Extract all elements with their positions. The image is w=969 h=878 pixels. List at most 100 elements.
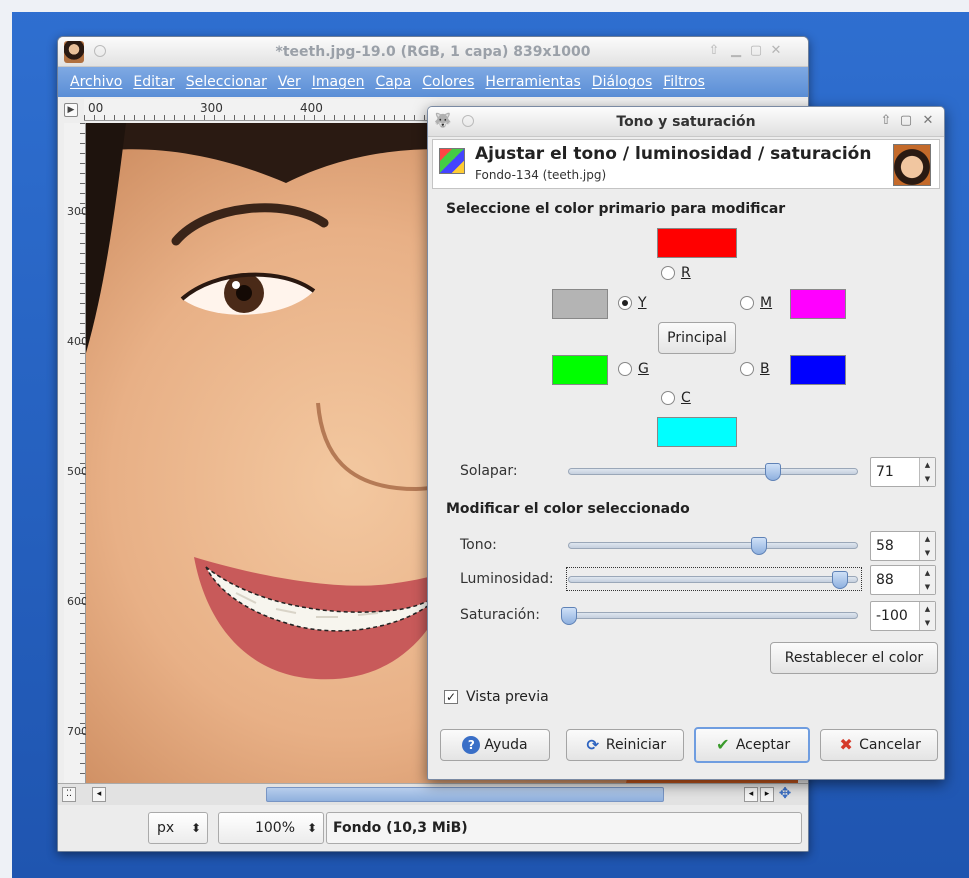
close-icon[interactable]: ✕ [768,43,784,59]
radio-m[interactable]: M [740,295,772,311]
radio-b[interactable]: B [740,361,770,377]
menu-dialogos[interactable]: Diálogos [592,74,652,90]
cancel-x-icon: ✖ [839,735,853,754]
radio-r-label: R [681,265,691,281]
dialog-header: Ajustar el tono / luminosidad / saturaci… [432,139,940,189]
cancel-button[interactable]: ✖ Cancelar [820,729,938,761]
menu-editar[interactable]: Editar [133,74,174,90]
radio-g-dot[interactable] [618,362,632,376]
navigate-move-icon[interactable]: ✥ [778,786,792,802]
swatch-green[interactable] [552,355,608,385]
swatch-cyan[interactable] [657,417,737,447]
image-window-titlebar[interactable]: *teeth.jpg-19.0 (RGB, 1 capa) 839x1000 ⇧… [58,37,808,67]
header-subtitle: Fondo-134 (teeth.jpg) [475,168,607,182]
saturation-slider[interactable] [561,607,858,625]
ok-button[interactable]: ✔ Aceptar [694,727,810,763]
help-button[interactable]: ? Ayuda [440,729,550,761]
radio-y[interactable]: Y [618,295,647,311]
swatch-yellow[interactable] [552,289,608,319]
slider-handle[interactable] [751,537,768,555]
combo-arrows-icon: ⬍ [190,821,201,835]
radio-m-dot[interactable] [740,296,754,310]
radio-y-dot[interactable] [618,296,632,310]
dialog-title: Tono y saturación [616,114,756,130]
shade-icon[interactable]: ⇧ [706,43,722,59]
checkbox-checked-icon[interactable]: ✓ [444,690,458,704]
ok-label: Aceptar [735,737,791,753]
status-message: Fondo (10,3 MiB) [326,812,802,844]
saturation-spin[interactable]: -100 ▲ ▼ [870,601,936,631]
radio-b-dot[interactable] [740,362,754,376]
lightness-value: 88 [876,572,894,588]
master-button[interactable]: Principal [658,322,736,354]
help-icon: ? [462,736,481,754]
ruler-label: 300 [67,205,88,218]
menu-imagen[interactable]: Imagen [312,74,365,90]
lightness-slider[interactable] [568,571,858,589]
hue-label: Tono: [460,537,497,553]
dialog-titlebar[interactable]: 🐺 Tono y saturación ⇧ ▢ ✕ [428,107,944,137]
reset-color-button[interactable]: Restablecer el color [770,642,938,674]
spin-arrows-icon[interactable]: ▲ ▼ [919,458,935,486]
overlap-slider[interactable] [568,463,858,481]
radio-c-dot[interactable] [661,391,675,405]
hue-saturation-dialog: 🐺 Tono y saturación ⇧ ▢ ✕ Ajustar el ton… [427,106,945,780]
shade-icon[interactable]: ⇧ [878,113,894,129]
radio-c[interactable]: C [661,390,691,406]
hue-slider[interactable] [568,537,858,555]
menu-ver[interactable]: Ver [278,74,301,90]
maximize-icon[interactable]: ▢ [748,43,764,59]
radio-b-label: B [760,361,770,377]
radio-g[interactable]: G [618,361,649,377]
zoom-selector[interactable]: 100% ⬍ [218,812,324,844]
quick-mask-toggle[interactable]: ▶ [64,103,78,117]
preview-checkbox[interactable]: ✓ Vista previa [444,689,549,705]
ruler-label: 700 [67,725,88,738]
slider-handle[interactable] [831,571,848,589]
menu-colores[interactable]: Colores [422,74,474,90]
lightness-spin[interactable]: 88 ▲ ▼ [870,565,936,595]
desktop-background-left [0,0,12,878]
spin-arrows-icon[interactable]: ▲ ▼ [919,566,935,594]
reset-button[interactable]: ⟳ Reiniciar [566,729,684,761]
cancel-label: Cancelar [859,737,921,753]
swatch-blue[interactable] [790,355,846,385]
zoom-value: 100% [254,820,295,836]
radio-y-label: Y [638,295,647,311]
spin-arrows-icon[interactable]: ▲ ▼ [919,532,935,560]
spin-arrows-icon[interactable]: ▲ ▼ [919,602,935,630]
hue-spin[interactable]: 58 ▲ ▼ [870,531,936,561]
ruler-label: 400 [67,335,88,348]
maximize-icon[interactable]: ▢ [898,113,914,129]
swatch-magenta[interactable] [790,289,846,319]
scroll-right-icon[interactable]: ▸ [760,787,774,802]
radio-c-label: C [681,390,691,406]
slider-handle[interactable] [561,607,577,625]
overlap-spin[interactable]: 71 ▲ ▼ [870,457,936,487]
menu-archivo[interactable]: Archivo [70,74,122,90]
overlap-label: Solapar: [460,463,518,479]
menu-seleccionar[interactable]: Seleccionar [186,74,267,90]
menu-herramientas[interactable]: Herramientas [485,74,580,90]
layer-thumbnail [893,144,931,186]
scroll-left-icon[interactable]: ◂ [744,787,758,802]
navigate-icon[interactable]: ⁚⁚ [62,787,76,802]
radio-r-dot[interactable] [661,266,675,280]
vertical-ruler[interactable]: 300 400 500 600 700 [64,123,88,783]
ruler-label: 300 [200,101,223,115]
scroll-left-icon[interactable]: ◂ [92,787,106,802]
minimize-icon[interactable]: ▁ [728,43,744,59]
menu-filtros[interactable]: Filtros [663,74,705,90]
radio-g-label: G [638,361,649,377]
menu-capa[interactable]: Capa [375,74,411,90]
reset-label: Reiniciar [605,737,667,753]
image-window-title: *teeth.jpg-19.0 (RGB, 1 capa) 839x1000 [275,44,591,60]
horizontal-scrollbar[interactable]: ⁚⁚ ◂ ◂ ▸ ✥ [58,783,808,805]
swatch-red[interactable] [657,228,737,258]
slider-handle[interactable] [765,463,782,481]
unit-selector[interactable]: px ⬍ [148,812,208,844]
close-icon[interactable]: ✕ [920,113,936,129]
scrollbar-thumb[interactable] [266,787,664,802]
radio-r[interactable]: R [661,265,691,281]
ruler-label: 500 [67,465,88,478]
